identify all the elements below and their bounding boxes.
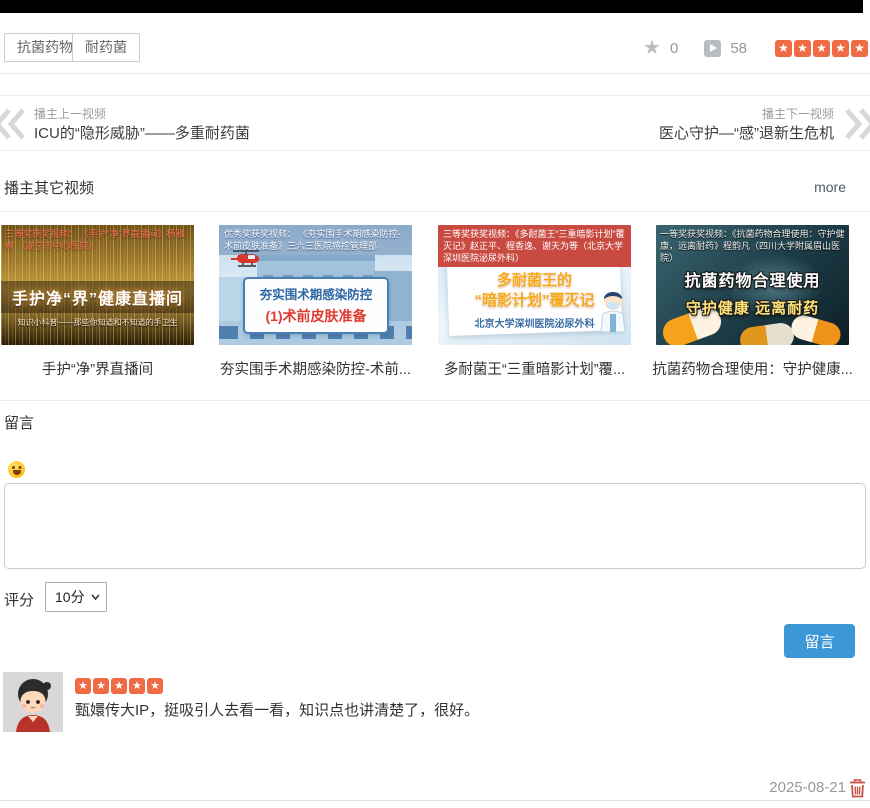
thumb3-title-line1: 多耐菌王的 <box>438 269 631 290</box>
rating-label: 评分 <box>4 589 34 610</box>
next-chevrons-icon[interactable] <box>841 106 870 142</box>
video-title-2[interactable]: 夯实围手术期感染防控-术前... <box>220 358 411 379</box>
thumb3-award-banner: 三等奖获奖视频：《多耐菌王“三重暗影计划”覆灭记》赵正平、程香逸、谢天为等（北京… <box>438 225 631 267</box>
doctor-character-icon <box>598 290 628 339</box>
divider <box>0 800 870 801</box>
prev-chevrons-icon[interactable] <box>0 106 29 142</box>
thumb2-award-banner: 优秀奖获奖视频： 《夯实围手术期感染防控-术前皮肤准备》三六三医院感控管理部 <box>219 225 412 255</box>
thumb1-subtitle: 知识小科普——那些你知道和不知道的手卫生 <box>1 317 194 328</box>
prev-video-title[interactable]: ICU的“隐形威胁”——多重耐药菌 <box>34 122 250 143</box>
emoji-picker-icon[interactable] <box>8 461 25 478</box>
rating-star-icon <box>813 40 830 57</box>
prev-next-nav: 播主上一视频 ICU的“隐形威胁”——多重耐药菌 播主下一视频 医心守护—“感”… <box>0 95 870 151</box>
next-video-title[interactable]: 医心守护—“感”退新生危机 <box>659 122 834 143</box>
top-black-bar <box>0 0 863 13</box>
divider <box>0 400 870 401</box>
rating-star-icon <box>93 678 109 694</box>
thumb1-main-title: 手护净“界”健康直播间 <box>1 281 194 313</box>
divider <box>0 211 870 212</box>
video-card: 三等奖获奖视频：《多耐菌王“三重暗影计划”覆灭记》赵正平、程香逸、谢天为等（北京… <box>438 225 631 345</box>
rating-select[interactable]: 10分 <box>45 582 107 612</box>
video-rating-stars <box>775 40 868 57</box>
video-title-3[interactable]: 多耐菌王“三重暗影计划”覆... <box>444 358 625 379</box>
divider <box>0 73 870 74</box>
video-card: 三等奖获奖视频： 《手护“净”界直播间》杨雅婷 （遂宁市中心医院） 手护净“界”… <box>1 225 194 345</box>
rating-star-icon <box>851 40 868 57</box>
video-thumbnail-1[interactable]: 三等奖获奖视频： 《手护“净”界直播间》杨雅婷 （遂宁市中心医院） 手护净“界”… <box>1 225 194 345</box>
rating-star-icon <box>75 678 91 694</box>
capsule-graphic <box>738 321 795 345</box>
thumb2-title-line1: 夯实围术期感染防控 <box>247 284 385 303</box>
rating-select-wrap: 10分 <box>45 582 107 612</box>
thumb2-title-box: 夯实围术期感染防控 (1)术前皮肤准备 <box>243 277 389 334</box>
comment-textarea[interactable] <box>4 483 866 569</box>
video-thumbnail-2[interactable]: 优秀奖获奖视频： 《夯实围手术期感染防控-术前皮肤准备》三六三医院感控管理部 夯… <box>219 225 412 345</box>
thumb1-award-banner: 三等奖获奖视频： 《手护“净”界直播间》杨雅婷 （遂宁市中心医院） <box>5 228 190 252</box>
prev-video-label: 播主上一视频 <box>34 105 106 122</box>
rating-star-icon <box>775 40 792 57</box>
video-detail-page: 抗菌药物 耐药菌 ★ 0 58 播主上一视频 ICU的“隐形威胁”——多重耐药菌… <box>0 0 870 808</box>
more-link[interactable]: more <box>814 179 846 195</box>
rating-star-icon <box>794 40 811 57</box>
thumb2-title-line2: (1)术前皮肤准备 <box>247 306 385 326</box>
thumb4-award-banner: 一等奖获奖视频：《抗菌药物合理使用：守护健康，远离耐药》程韵凡（四川大学附属眉山… <box>660 228 845 264</box>
other-videos-heading: 播主其它视频 <box>4 177 94 198</box>
comment-date: 2025-08-21 <box>769 779 846 796</box>
video-thumbnail-4[interactable]: 一等奖获奖视频：《抗菌药物合理使用：守护健康，远离耐药》程韵凡（四川大学附属眉山… <box>656 225 849 345</box>
avatar <box>3 672 63 732</box>
rating-star-icon <box>147 678 163 694</box>
rating-star-icon <box>129 678 145 694</box>
thumb4-title-line1: 抗菌药物合理使用 <box>656 267 849 291</box>
favorite-star-icon[interactable]: ★ <box>643 38 661 58</box>
tag-resistant-bacteria[interactable]: 耐药菌 <box>72 33 140 62</box>
comment-text: 甄嬛传大IP，挺吸引人去看一看，知识点也讲清楚了，很好。 <box>75 699 479 720</box>
submit-comment-button[interactable]: 留言 <box>784 624 855 658</box>
thumb4-title-line2: 守护健康 远离耐药 <box>656 297 849 318</box>
video-thumbnail-3[interactable]: 三等奖获奖视频：《多耐菌王“三重暗影计划”覆灭记》赵正平、程香逸、谢天为等（北京… <box>438 225 631 345</box>
video-title-1[interactable]: 手护“净”界直播间 <box>42 358 153 379</box>
stats-row: ★ 0 58 <box>643 36 868 60</box>
play-count-icon <box>704 40 721 57</box>
favorite-count: 0 <box>670 40 678 57</box>
next-video-label: 播主下一视频 <box>762 105 834 122</box>
video-title-4[interactable]: 抗菌药物合理使用：守护健康... <box>652 358 853 379</box>
video-card: 优秀奖获奖视频： 《夯实围手术期感染防控-术前皮肤准备》三六三医院感控管理部 夯… <box>219 225 412 345</box>
rating-star-icon <box>111 678 127 694</box>
comments-heading: 留言 <box>4 412 34 433</box>
video-card: 一等奖获奖视频：《抗菌药物合理使用：守护健康，远离耐药》程韵凡（四川大学附属眉山… <box>656 225 849 345</box>
comment-rating-stars <box>75 678 163 694</box>
play-count: 58 <box>730 40 747 57</box>
trash-icon[interactable] <box>849 779 866 798</box>
rating-star-icon <box>832 40 849 57</box>
